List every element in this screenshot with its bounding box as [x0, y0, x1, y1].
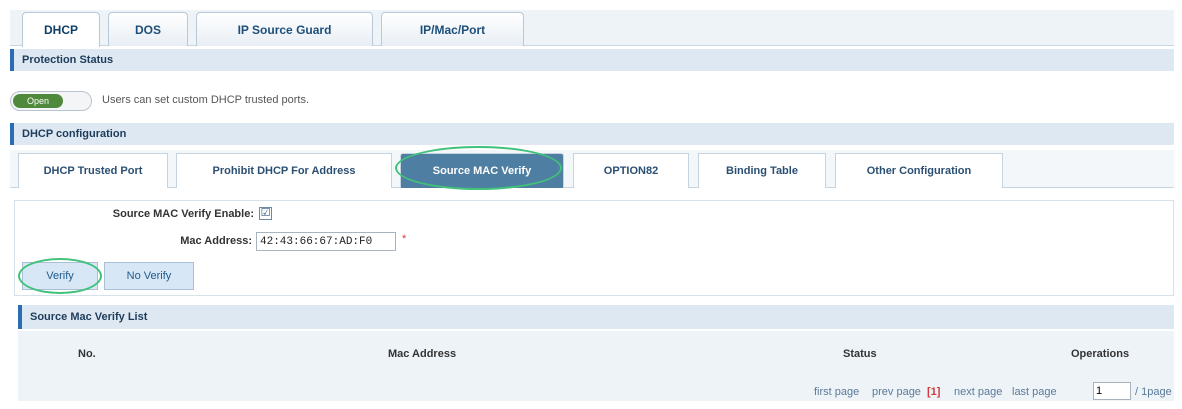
source-mac-list-table: No. Mac Address Status Operations first … — [18, 331, 1174, 401]
column-no: No. — [78, 348, 96, 360]
protection-toggle[interactable]: Open — [10, 91, 92, 111]
enable-label: Source MAC Verify Enable: — [112, 208, 254, 220]
subtab-dhcp-trusted-port[interactable]: DHCP Trusted Port — [18, 153, 168, 188]
subtab-option82[interactable]: OPTION82 — [573, 153, 689, 188]
first-page-link[interactable]: first page — [814, 386, 859, 398]
tab-dhcp[interactable]: DHCP — [22, 12, 100, 47]
source-mac-list-title: Source Mac Verify List — [30, 311, 148, 323]
top-tab-bar: DHCP DOS IP Source Guard IP/Mac/Port — [10, 10, 1174, 47]
subtab-prohibit-dhcp[interactable]: Prohibit DHCP For Address — [176, 153, 392, 188]
subtab-binding-table[interactable]: Binding Table — [698, 153, 826, 188]
dhcp-config-title: DHCP configuration — [22, 128, 127, 140]
dhcp-sub-tab-bar: DHCP Trusted Port Prohibit DHCP For Addr… — [10, 150, 1174, 188]
column-status: Status — [843, 348, 877, 360]
last-page-link[interactable]: last page — [1012, 386, 1057, 398]
toggle-on-label: Open — [13, 94, 63, 108]
tab-dos[interactable]: DOS — [108, 12, 188, 46]
page-number-input[interactable] — [1093, 382, 1131, 400]
page-total: / 1page — [1135, 386, 1172, 398]
protection-status-title: Protection Status — [22, 54, 114, 66]
enable-checkbox[interactable]: ☑ — [259, 207, 272, 220]
column-operations: Operations — [1071, 348, 1130, 360]
prev-page-link[interactable]: prev page — [872, 386, 921, 398]
subtab-other-configuration[interactable]: Other Configuration — [835, 153, 1003, 188]
source-mac-list-header: Source Mac Verify List — [18, 305, 1174, 329]
dhcp-config-header: DHCP configuration — [10, 123, 1174, 145]
no-verify-button[interactable]: No Verify — [104, 262, 194, 290]
subtab-source-mac-verify[interactable]: Source MAC Verify — [400, 153, 564, 188]
protection-description: Users can set custom DHCP trusted ports. — [102, 94, 310, 106]
required-mark: * — [402, 233, 407, 245]
current-page: [1] — [927, 386, 941, 398]
protection-status-header: Protection Status — [10, 49, 1174, 71]
mac-address-label: Mac Address: — [180, 235, 252, 247]
tab-ip-mac-port[interactable]: IP/Mac/Port — [381, 12, 524, 46]
mac-address-input[interactable] — [256, 232, 396, 251]
column-mac-address: Mac Address — [388, 348, 457, 360]
tab-ip-source-guard[interactable]: IP Source Guard — [196, 12, 373, 46]
next-page-link[interactable]: next page — [954, 386, 1002, 398]
verify-button[interactable]: Verify — [22, 262, 98, 290]
